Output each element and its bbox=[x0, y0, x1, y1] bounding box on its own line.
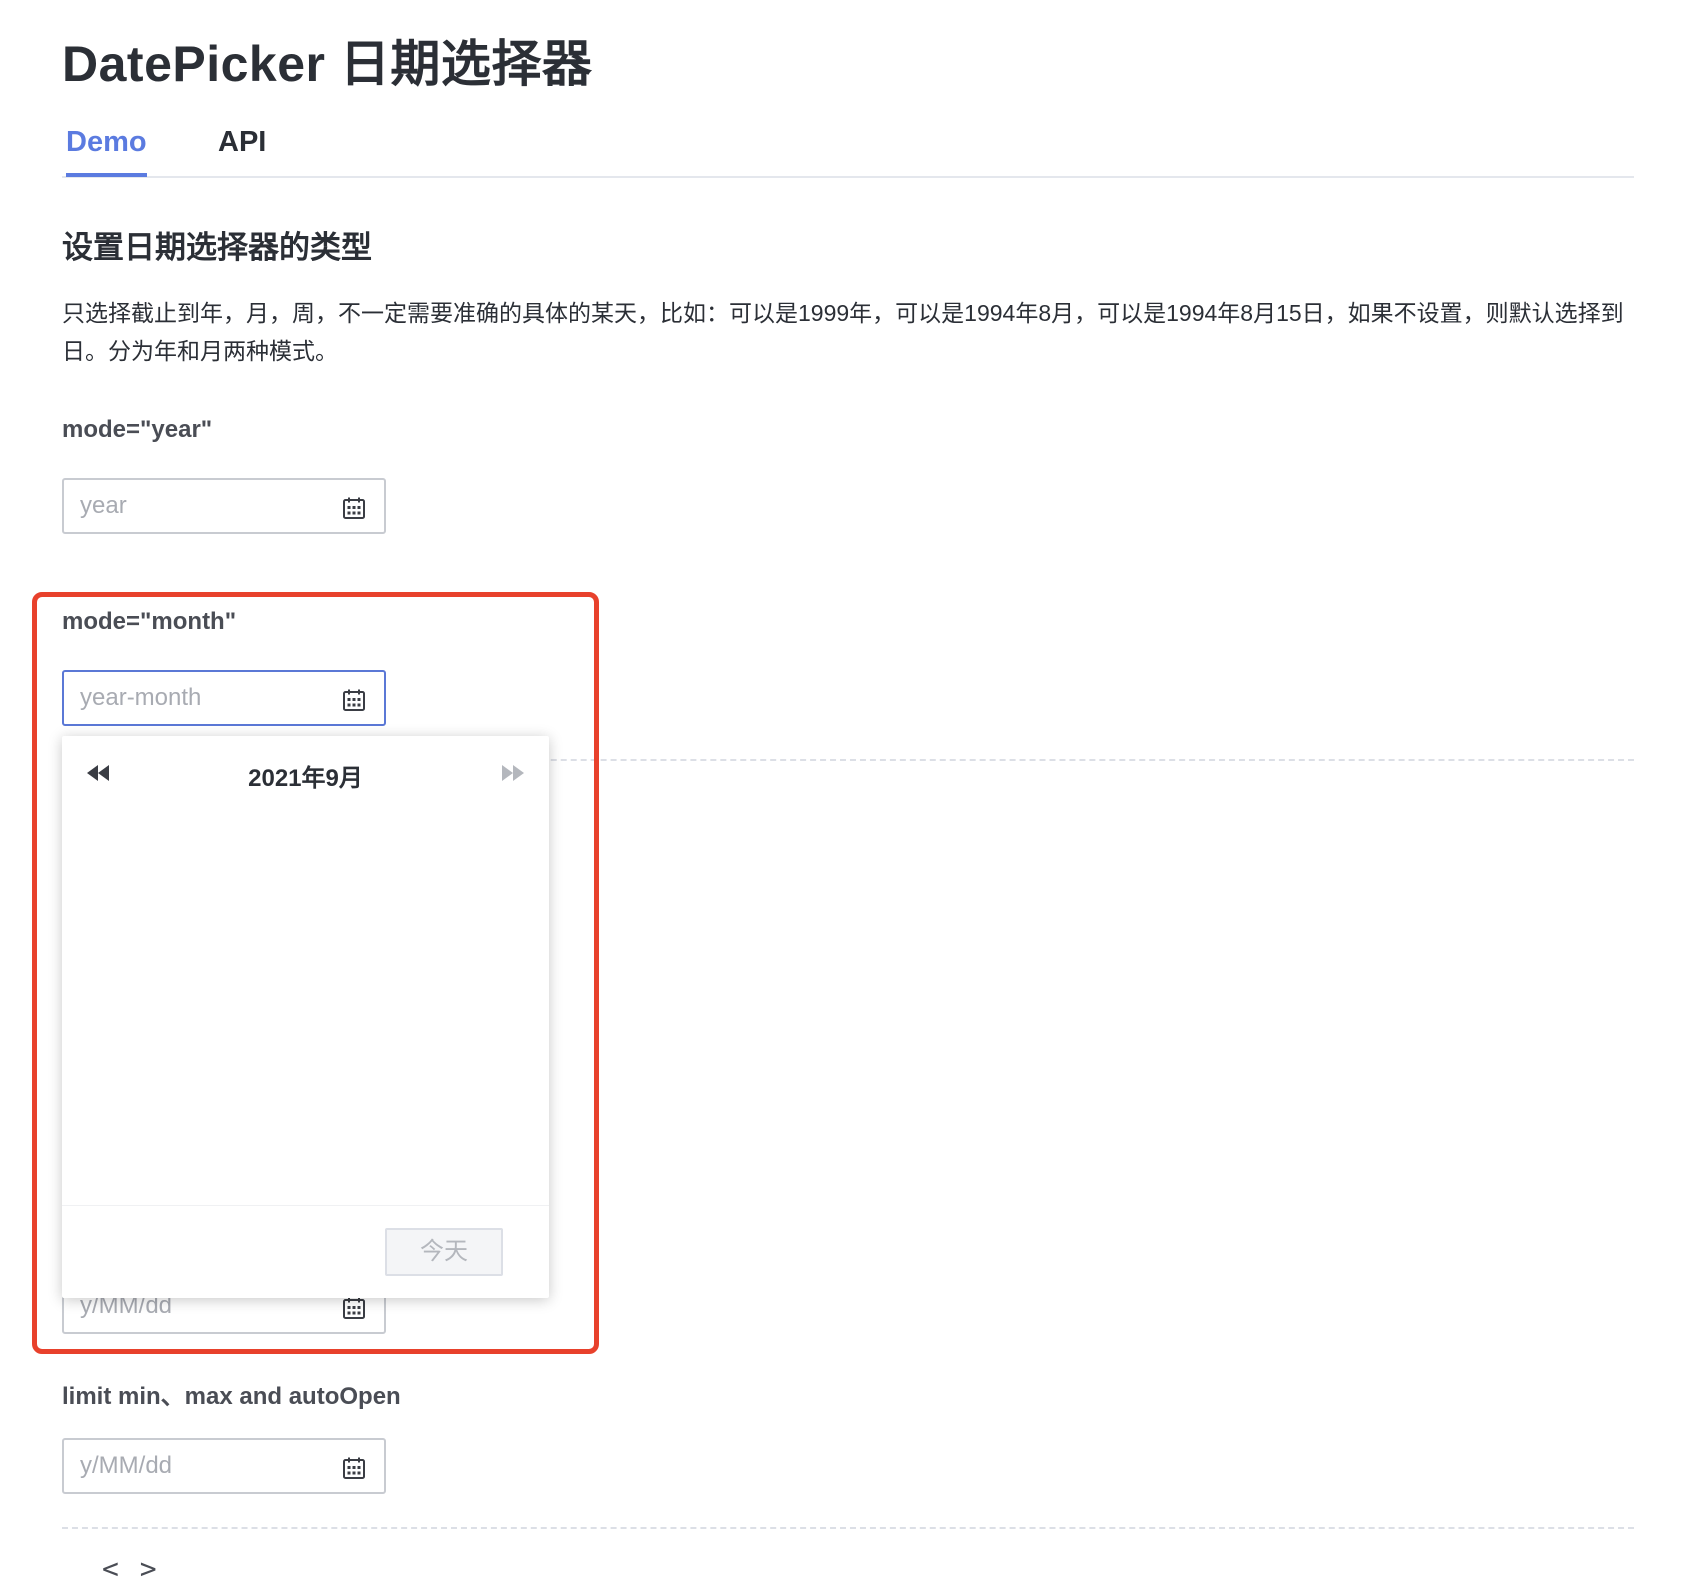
month-picker-field[interactable] bbox=[62, 670, 386, 726]
code-divider bbox=[62, 1527, 1634, 1529]
tab-bar: Demo API bbox=[62, 120, 1634, 178]
today-button[interactable]: 今天 bbox=[385, 1228, 503, 1276]
calendar-icon[interactable] bbox=[342, 1296, 366, 1320]
year-input[interactable] bbox=[80, 488, 310, 524]
calendar-icon[interactable] bbox=[342, 496, 366, 520]
demo-label-limit: limit min、max and autoOpen bbox=[62, 1383, 401, 1410]
tab-demo[interactable]: Demo bbox=[66, 126, 147, 177]
year-picker-field[interactable] bbox=[62, 478, 386, 534]
calendar-icon[interactable] bbox=[342, 1456, 366, 1480]
section-description: 只选择截止到年，月，周，不一定需要准确的具体的某天，比如：可以是1999年，可以… bbox=[62, 300, 1624, 364]
page-title: DatePicker 日期选择器 bbox=[62, 36, 593, 92]
code-toggle-icon[interactable]: < > bbox=[102, 1552, 159, 1585]
limit-date-input[interactable] bbox=[80, 1448, 310, 1484]
demo-label-year: mode="year" bbox=[62, 416, 213, 443]
limit-picker-field[interactable] bbox=[62, 1438, 386, 1494]
demo-label-month: mode="month" bbox=[62, 608, 237, 635]
popup-header-title[interactable]: 2021年9月 bbox=[62, 758, 549, 793]
popup-footer: 今天 bbox=[62, 1205, 549, 1298]
tab-api[interactable]: API bbox=[218, 126, 266, 159]
calendar-icon[interactable] bbox=[342, 688, 366, 712]
section-title: 设置日期选择器的类型 bbox=[62, 230, 372, 265]
year-month-input[interactable] bbox=[80, 680, 310, 716]
double-chevron-right-icon[interactable] bbox=[499, 764, 525, 782]
month-picker-popup: 2021年9月 今天 bbox=[62, 736, 549, 1298]
